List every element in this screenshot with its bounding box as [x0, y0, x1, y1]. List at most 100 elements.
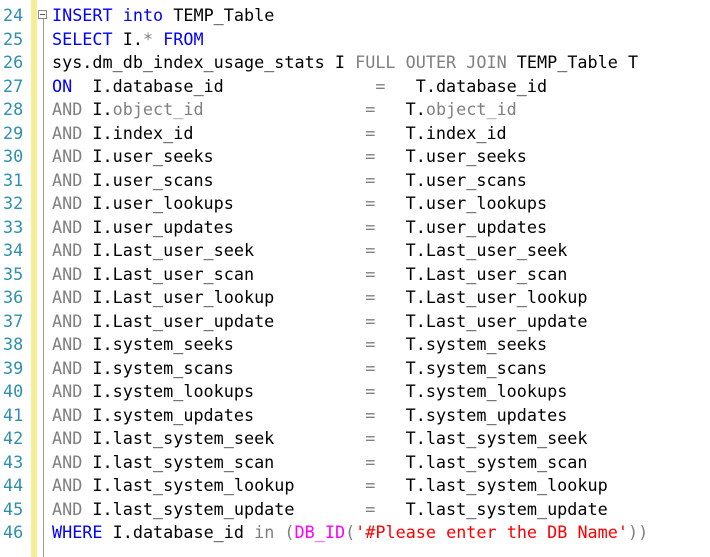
code-token: = — [213, 169, 406, 190]
code-line[interactable]: 41 AND I.system_updates = T.system_update… — [0, 404, 710, 428]
line-number: 35 — [3, 263, 24, 284]
code-line[interactable]: 27 ON I.database_id = T.database_id — [0, 75, 710, 99]
code-text[interactable]: AND I.user_lookups = T.user_lookups — [52, 192, 547, 216]
code-line[interactable]: 31 AND I.user_scans = T.user_scans — [0, 169, 710, 193]
line-number: 43 — [3, 451, 24, 472]
code-text[interactable]: AND I.Last_user_update = T.Last_user_upd… — [52, 310, 587, 334]
code-line[interactable]: 42 AND I.last_system_seek = T.last_system… — [0, 427, 710, 451]
code-text[interactable]: sys.dm_db_index_usage_stats I FULL OUTER… — [52, 51, 638, 75]
code-token: AND — [52, 498, 83, 519]
code-token: T.system_updates — [405, 404, 568, 425]
line-number: 40 — [3, 381, 24, 401]
code-token: AND — [52, 404, 83, 425]
code-token: * — [142, 28, 154, 49]
code-text[interactable]: AND I.system_lookups = T.system_lookups — [52, 380, 567, 404]
code-line[interactable]: 34 AND I.Last_user_seek = T.Last_user_see… — [0, 239, 710, 263]
code-token: T.last_system_lookup — [405, 475, 608, 495]
code-line[interactable]: 29 AND I.index_id = T.index_id — [0, 122, 710, 146]
code-token: AND — [52, 451, 83, 472]
code-text[interactable]: AND I.user_scans = T.user_scans — [52, 169, 527, 193]
code-text[interactable]: AND I.last_system_update = T.last_system… — [52, 498, 608, 522]
code-token: '#Please enter the DB Name' — [355, 522, 628, 542]
code-text[interactable]: SELECT I.* FROM — [52, 28, 204, 52]
code-text[interactable]: ON I.database_id = T.database_id — [52, 75, 547, 99]
code-text[interactable]: AND I.Last_user_scan = T.Last_user_scan — [52, 263, 567, 287]
code-token: = — [254, 240, 406, 260]
code-token: AND — [52, 475, 83, 495]
code-token: AND — [52, 216, 83, 237]
code-text[interactable]: AND I.user_updates = T.user_updates — [52, 216, 547, 240]
code-token: = — [213, 146, 406, 166]
code-token: AND — [52, 122, 83, 143]
code-token: I.Last_user_lookup — [82, 287, 275, 307]
code-text[interactable]: AND I.last_system_lookup = T.last_system… — [52, 474, 608, 498]
code-text[interactable]: AND I.system_scans = T.system_scans — [52, 357, 547, 381]
code-line[interactable]: 33 AND I.user_updates = T.user_updates — [0, 216, 710, 240]
code-line[interactable]: 44 AND I.last_system_lookup = T.last_syst… — [0, 474, 710, 498]
code-line[interactable]: 45 AND I.last_system_update = T.last_syst… — [0, 498, 710, 522]
code-token: = — [233, 216, 406, 237]
code-line[interactable]: 28 AND I.object_id = T.object_id — [0, 98, 710, 122]
code-token: object_id — [112, 99, 204, 119]
code-line[interactable]: 38 AND I.system_seeks = T.system_seeks — [0, 333, 710, 357]
code-token: DB_ID — [294, 522, 346, 542]
code-line[interactable]: 46 WHERE I.database_id in (DB_ID('#Please… — [0, 521, 710, 545]
code-line[interactable]: 37 AND I.Last_user_update = T.Last_user_u… — [0, 310, 710, 334]
code-line[interactable]: 30 AND I.user_seeks = T.user_seeks — [0, 145, 710, 169]
line-number: 31 — [3, 169, 24, 190]
line-number: 32 — [3, 193, 24, 213]
code-line[interactable]: 36 AND I.Last_user_lookup = T.Last_user_l… — [0, 286, 710, 310]
code-token: JOIN — [466, 52, 507, 72]
code-token: I.database_id — [72, 75, 224, 96]
code-line[interactable]: 32 AND I.user_lookups = T.user_lookups — [0, 192, 710, 216]
code-editor[interactable]: 24 INSERT into TEMP_Table 25 SELECT I.* FRO… — [0, 0, 710, 557]
code-token: = — [274, 428, 406, 448]
code-token: T.index_id — [405, 122, 507, 143]
code-token: = — [254, 381, 406, 401]
code-token: T.last_system_scan — [405, 451, 588, 472]
code-token: AND — [52, 193, 83, 213]
code-token: I. — [82, 99, 113, 119]
code-token: AND — [52, 357, 83, 378]
code-line[interactable]: 40 AND I.system_lookups = T.system_lookup… — [0, 380, 710, 404]
code-token: FULL — [355, 52, 396, 72]
code-token: T.Last_user_seek — [405, 240, 568, 260]
code-text[interactable]: AND I.object_id = T.object_id — [52, 98, 517, 122]
code-token: I.last_system_scan — [82, 451, 275, 472]
code-line[interactable]: 25 SELECT I.* FROM — [0, 28, 710, 52]
code-token: T.system_seeks — [405, 334, 548, 354]
code-text[interactable]: AND I.system_seeks = T.system_seeks — [52, 333, 547, 357]
code-token: I.Last_user_scan — [82, 263, 255, 284]
code-token: I.user_scans — [82, 169, 214, 190]
code-token: T.database_id — [415, 75, 548, 96]
code-token: = — [233, 193, 406, 213]
code-line[interactable]: 26 sys.dm_db_index_usage_stats I FULL OUT… — [0, 51, 710, 75]
code-text[interactable]: AND I.index_id = T.index_id — [52, 122, 507, 146]
code-line[interactable]: 35 AND I.Last_user_scan = T.Last_user_sca… — [0, 263, 710, 287]
code-text[interactable]: INSERT into TEMP_Table — [52, 4, 274, 28]
line-number: 29 — [3, 122, 24, 143]
code-token: SELECT — [52, 28, 113, 49]
code-token: I. — [112, 28, 143, 49]
code-line[interactable]: 39 AND I.system_scans = T.system_scans — [0, 357, 710, 381]
code-text[interactable]: AND I.system_updates = T.system_updates — [52, 404, 567, 428]
code-line[interactable]: 43 AND I.last_system_scan = T.last_system… — [0, 451, 710, 475]
code-token: AND — [52, 381, 83, 401]
line-number: 44 — [3, 475, 24, 495]
code-token: AND — [52, 99, 83, 119]
code-text[interactable]: AND I.last_system_seek = T.last_system_s… — [52, 427, 587, 451]
code-text[interactable]: AND I.last_system_scan = T.last_system_s… — [52, 451, 587, 475]
line-number: 42 — [3, 428, 24, 448]
code-line[interactable]: 24 INSERT into TEMP_Table — [0, 4, 710, 28]
code-token: AND — [52, 240, 83, 260]
code-text[interactable]: AND I.user_seeks = T.user_seeks — [52, 145, 527, 169]
line-number: 25 — [3, 28, 24, 49]
line-number: 30 — [3, 146, 24, 166]
code-text[interactable]: WHERE I.database_id in (DB_ID('#Please e… — [52, 521, 648, 545]
code-token: = — [223, 75, 416, 96]
code-text[interactable]: AND I.Last_user_seek = T.Last_user_seek — [52, 239, 567, 263]
code-token: T.last_system_seek — [405, 428, 588, 448]
code-text[interactable]: AND I.Last_user_lookup = T.Last_user_loo… — [52, 286, 587, 310]
